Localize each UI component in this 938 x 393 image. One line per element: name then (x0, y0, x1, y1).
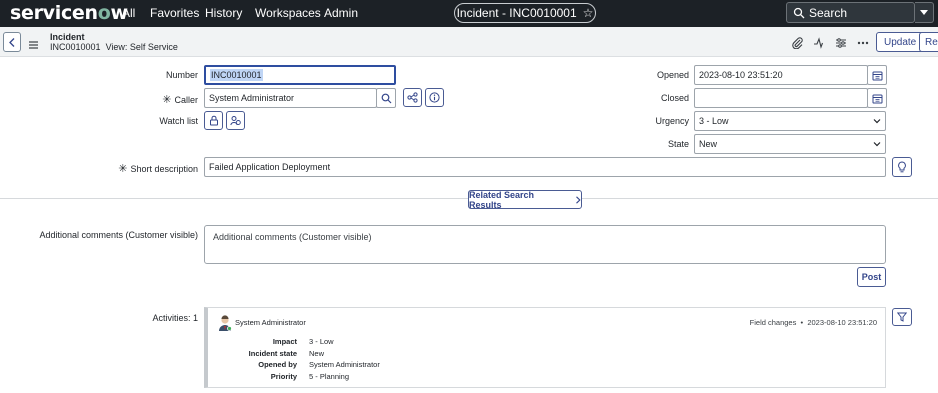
opened-calendar-button[interactable] (867, 65, 887, 85)
change-field-value: System Administrator (309, 360, 380, 369)
related-search-label: Related Search Results (469, 189, 535, 210)
post-button[interactable]: Post (857, 267, 886, 287)
chevron-right-icon (576, 195, 581, 204)
state-select[interactable]: New (694, 134, 886, 154)
additional-comments-textarea[interactable]: Additional comments (Customer visible) (204, 225, 886, 264)
filter-icon (897, 312, 907, 322)
caret-down-icon (920, 9, 928, 15)
search-icon (381, 93, 391, 103)
closed-label: Closed (660, 93, 689, 103)
calendar-icon (872, 71, 882, 80)
change-field-label: Impact (272, 337, 297, 346)
closed-calendar-button[interactable] (867, 88, 887, 108)
caller-field[interactable]: System Administrator (204, 88, 377, 108)
change-field-label: Opened by (258, 360, 297, 369)
required-indicator-icon: ✳ (118, 163, 128, 175)
required-indicator-icon: ✳ (162, 94, 172, 106)
number-value: INC0010001 (210, 69, 263, 81)
search-icon (793, 7, 805, 19)
opened-field[interactable]: 2023-08-10 23:51:20 (694, 65, 868, 85)
related-search-results-button[interactable]: Related Search Results (468, 189, 582, 210)
urgency-select[interactable]: 3 - Low (694, 111, 886, 131)
lightbulb-icon (898, 161, 906, 173)
activity-filter-button[interactable] (892, 308, 912, 326)
change-field-label: Priority (270, 372, 297, 381)
caller-lookup-button[interactable] (376, 88, 396, 108)
activity-type: Field changes (749, 318, 797, 327)
current-record-pill[interactable]: Incident - INC0010001 ☆ (454, 3, 596, 23)
servicenow-logo[interactable]: servicenow (10, 2, 128, 24)
urgency-value: 3 - Low (699, 116, 729, 126)
nav-item-admin[interactable]: Admin (324, 6, 358, 20)
avatar (218, 315, 232, 331)
chevron-left-icon (9, 37, 15, 47)
search-dropdown-button[interactable] (915, 2, 934, 23)
hamburger-menu-icon[interactable] (29, 36, 38, 54)
number-label: Number (165, 70, 198, 80)
activity-entry-card: System Administrator Field changes • 202… (204, 307, 886, 388)
short-description-field[interactable]: Failed Application Deployment (204, 157, 886, 177)
change-field-value: 5 - Planning (309, 372, 350, 381)
watchlist-lock-button[interactable] (204, 111, 223, 130)
record-header: Incident INC0010001 View: Self Service U… (0, 27, 938, 57)
add-user-icon (230, 116, 241, 126)
activities-count-label: Activities: 1 (152, 313, 198, 323)
nav-item-all[interactable]: All (122, 6, 135, 20)
caller-value: System Administrator (209, 93, 295, 103)
back-button[interactable] (3, 32, 21, 52)
activity-bullet: • (800, 318, 804, 327)
update-button[interactable]: Update (876, 32, 925, 52)
opened-label: Opened (656, 70, 689, 80)
lock-icon (209, 115, 218, 126)
activity-timestamp: 2023-08-10 23:51:20 (807, 318, 877, 327)
nav-item-favorites[interactable]: Favorites (150, 6, 199, 20)
view-label: View: Self Service (105, 42, 178, 52)
closed-field[interactable] (694, 88, 868, 108)
state-label: State (667, 139, 689, 149)
resolve-button[interactable]: Re (919, 32, 938, 52)
short-description-value: Failed Application Deployment (209, 162, 331, 172)
calendar-icon (872, 94, 882, 103)
chevron-down-icon (873, 119, 881, 124)
nav-item-history[interactable]: History (205, 6, 242, 20)
add-me-to-watchlist-button[interactable] (226, 111, 245, 130)
short-description-label: ✳ Short description (118, 163, 198, 175)
change-field-value: 3 - Low (309, 337, 334, 346)
record-pill-label: Incident - INC0010001 (456, 6, 577, 20)
preview-caller-button[interactable] (425, 88, 444, 107)
contextual-search-button[interactable] (892, 157, 912, 177)
watchlist-label: Watch list (159, 116, 198, 126)
record-type-title: Incident (50, 32, 85, 42)
top-navigation-bar: servicenow All Favorites History Workspa… (0, 0, 938, 27)
search-placeholder: Search (809, 5, 848, 20)
caller-label: ✳ Caller (162, 94, 198, 106)
global-search-input[interactable]: Search (786, 2, 915, 23)
activity-meta: Field changes • 2023-08-10 23:51:20 (750, 318, 877, 327)
additional-comments-placeholder: Additional comments (Customer visible) (213, 232, 372, 242)
nav-item-workspaces[interactable]: Workspaces (255, 6, 321, 20)
show-related-button[interactable] (403, 88, 422, 107)
record-subtitle: INC0010001 View: Self Service (50, 42, 178, 52)
more-options-icon[interactable] (856, 36, 870, 50)
change-field-value: New (309, 349, 325, 358)
number-field[interactable]: INC0010001 (204, 65, 396, 85)
personalize-form-icon[interactable] (834, 36, 848, 50)
additional-comments-label: Additional comments (Customer visible) (39, 230, 198, 240)
attachment-icon[interactable] (790, 36, 804, 50)
record-number: INC0010001 (50, 42, 101, 52)
activity-stream-icon[interactable] (812, 36, 826, 50)
change-field-label: Incident state (248, 349, 297, 358)
state-value: New (699, 139, 718, 149)
urgency-label: Urgency (655, 116, 689, 126)
hierarchy-icon (407, 92, 418, 103)
info-icon (429, 92, 440, 103)
chevron-down-icon (873, 142, 881, 147)
opened-value: 2023-08-10 23:51:20 (699, 70, 783, 80)
activity-user-name: System Administrator (235, 318, 306, 327)
star-icon[interactable]: ☆ (583, 6, 594, 20)
